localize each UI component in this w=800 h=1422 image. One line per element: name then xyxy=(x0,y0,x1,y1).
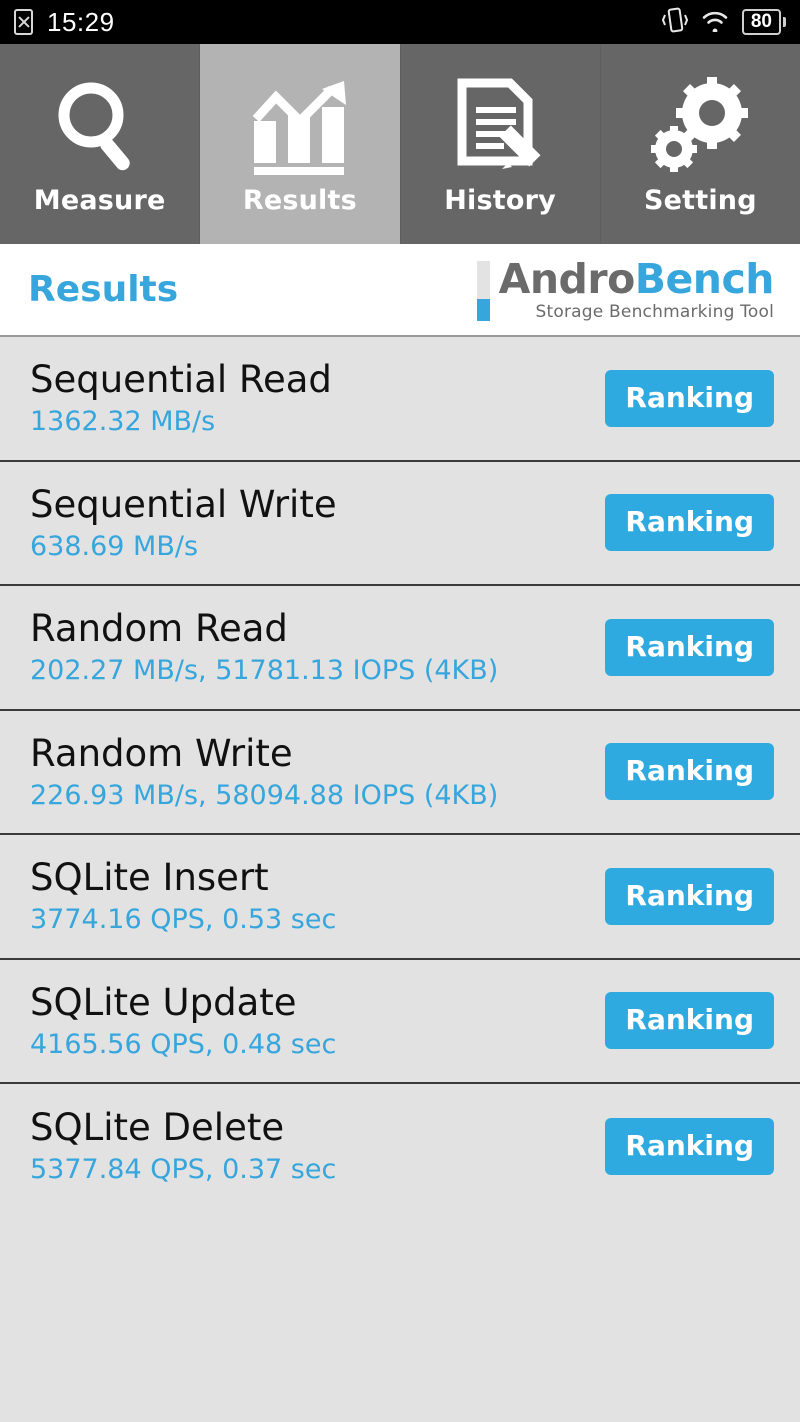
battery-indicator: 80 xyxy=(741,9,786,35)
ranking-button[interactable]: Ranking xyxy=(605,1117,774,1175)
status-bar-left: 15:29 xyxy=(14,7,115,38)
result-value: 3774.16 QPS, 0.53 sec xyxy=(30,904,337,936)
table-row[interactable]: SQLite Update 4165.56 QPS, 0.48 sec Rank… xyxy=(0,959,800,1084)
result-title: Sequential Read xyxy=(30,358,332,402)
result-title: SQLite Update xyxy=(30,980,297,1024)
magnifier-icon xyxy=(46,72,154,177)
result-value: 5377.84 QPS, 0.37 sec xyxy=(30,1154,337,1186)
status-bar-clock: 15:29 xyxy=(47,6,115,37)
ranking-button[interactable]: Ranking xyxy=(605,369,774,427)
wifi-icon xyxy=(700,8,730,36)
vibrate-icon xyxy=(661,6,688,38)
table-row[interactable]: Random Read 202.27 MB/s, 51781.13 IOPS (… xyxy=(0,586,800,711)
battery-level-label: 80 xyxy=(741,9,781,35)
result-value: 638.69 MB/s xyxy=(30,530,199,562)
androbench-logo: AndroBench Storage Benchmarking Tool xyxy=(476,255,775,322)
ranking-button[interactable]: Ranking xyxy=(605,494,774,552)
ranking-button[interactable]: Ranking xyxy=(605,618,774,676)
table-row[interactable]: Sequential Read 1362.32 MB/s Ranking xyxy=(0,337,800,462)
ranking-button[interactable]: Ranking xyxy=(605,743,774,801)
result-value: 202.27 MB/s, 51781.13 IOPS (4KB) xyxy=(30,655,499,687)
logo-bar-icon xyxy=(476,261,490,321)
tab-history-label: History xyxy=(444,185,556,216)
table-row[interactable]: Random Write 226.93 MB/s, 58094.88 IOPS … xyxy=(0,710,800,835)
page-header: Results AndroBench Storage Benchmarking … xyxy=(0,244,800,337)
tab-setting[interactable]: Setting xyxy=(599,44,800,244)
tab-results-label: Results xyxy=(242,185,357,216)
result-title: Sequential Write xyxy=(30,482,337,526)
logo-bench-text: Bench xyxy=(634,255,775,303)
results-list: Sequential Read 1362.32 MB/s Ranking Seq… xyxy=(0,337,800,1209)
ranking-button[interactable]: Ranking xyxy=(605,867,774,925)
document-pencil-icon xyxy=(450,72,550,177)
bar-chart-trend-icon xyxy=(248,72,352,177)
result-value: 4165.56 QPS, 0.48 sec xyxy=(30,1028,337,1060)
table-row[interactable]: SQLite Delete 5377.84 QPS, 0.37 sec Rank… xyxy=(0,1084,800,1209)
status-bar-right: 80 xyxy=(661,6,786,38)
result-title: Random Write xyxy=(30,731,293,775)
tab-bar: Measure Results History Setting xyxy=(0,44,800,244)
table-row[interactable]: Sequential Write 638.69 MB/s Ranking xyxy=(0,461,800,586)
tab-history[interactable]: History xyxy=(399,44,600,244)
ranking-button[interactable]: Ranking xyxy=(605,992,774,1050)
status-bar: 15:29 80 xyxy=(0,0,800,44)
tab-setting-label: Setting xyxy=(643,185,757,216)
page-title: Results xyxy=(28,269,179,310)
tab-measure-label: Measure xyxy=(33,185,166,216)
table-row[interactable]: SQLite Insert 3774.16 QPS, 0.53 sec Rank… xyxy=(0,835,800,960)
logo-tagline: Storage Benchmarking Tool xyxy=(535,302,774,322)
sim-card-missing-icon xyxy=(14,9,33,35)
result-title: SQLite Insert xyxy=(30,856,269,900)
result-title: SQLite Delete xyxy=(30,1106,285,1150)
result-value: 1362.32 MB/s xyxy=(30,406,216,438)
result-title: Random Read xyxy=(30,607,288,651)
tab-measure[interactable]: Measure xyxy=(0,44,200,244)
logo-andro-text: Andro xyxy=(498,255,636,303)
list-empty-area xyxy=(0,1208,800,1409)
result-value: 226.93 MB/s, 58094.88 IOPS (4KB) xyxy=(30,779,499,811)
gears-icon xyxy=(648,72,752,177)
battery-cap xyxy=(783,17,786,27)
tab-results[interactable]: Results xyxy=(199,44,400,244)
